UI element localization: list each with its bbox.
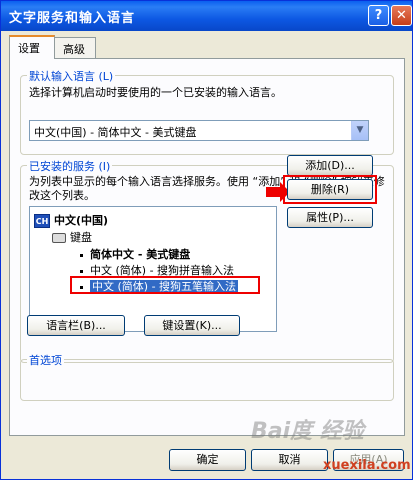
bullet-icon — [80, 253, 83, 257]
watermark-url: xuexila.com — [323, 458, 411, 473]
preferences-group: 首选项 — [20, 352, 394, 401]
preferences-group-title: 首选项 — [27, 352, 64, 368]
settings-panel: 默认输入语言 (L) 选择计算机启动时要使用的一个已安装的输入语言。 中文(中国… — [9, 58, 405, 436]
watermark-logo: Bai度 经验 — [251, 419, 364, 444]
properties-button[interactable]: 属性(P)... — [287, 207, 373, 228]
add-button[interactable]: 添加(D)... — [287, 155, 373, 176]
language-badge-icon: CH — [34, 214, 50, 228]
tree-service-label: 简体中文 - 美式键盘 — [90, 248, 191, 261]
key-settings-button[interactable]: 键设置(K)... — [144, 315, 240, 336]
tree-service-item[interactable]: 简体中文 - 美式键盘 — [80, 247, 190, 263]
remove-button[interactable]: 删除(R) — [287, 179, 373, 200]
bullet-icon — [80, 269, 83, 273]
window-title: 文字服务和输入语言 — [9, 11, 136, 26]
default-language-description: 选择计算机启动时要使用的一个已安装的输入语言。 — [29, 86, 282, 99]
dialog-window: 文字服务和输入语言 ? ✕ 设置 高级 默认输入语言 (L) 选择计算机启动时要… — [0, 0, 413, 480]
default-language-group: 默认输入语言 (L) 选择计算机启动时要使用的一个已安装的输入语言。 中文(中国… — [20, 68, 394, 155]
tree-keyboard-node[interactable]: 键盘 — [70, 230, 92, 246]
tree-language-node[interactable]: 中文(中国) — [54, 213, 108, 229]
highlight-box — [70, 276, 260, 294]
keyboard-icon — [52, 233, 66, 243]
installed-services-group-title: 已安装的服务 (I) — [27, 158, 113, 174]
default-language-select[interactable]: 中文(中国) - 简体中文 - 美式键盘 ▼ — [29, 120, 369, 141]
close-button[interactable]: ✕ — [391, 5, 412, 26]
chevron-down-icon[interactable]: ▼ — [351, 121, 368, 140]
cancel-button[interactable]: 取消 — [251, 449, 328, 471]
ok-button[interactable]: 确定 — [169, 449, 246, 471]
tab-settings[interactable]: 设置 — [9, 35, 55, 59]
default-language-value: 中文(中国) - 简体中文 - 美式键盘 — [34, 126, 197, 139]
default-language-group-title: 默认输入语言 (L) — [27, 68, 116, 84]
services-tree[interactable]: CH 中文(中国) 键盘 简体中文 - 美式键盘 中文 (简体) - 搜狗拼音输… — [29, 206, 277, 332]
title-bar[interactable]: 文字服务和输入语言 ? ✕ — [1, 1, 412, 31]
help-button[interactable]: ? — [368, 5, 389, 26]
language-bar-button[interactable]: 语言栏(B)... — [27, 315, 125, 336]
tab-advanced[interactable]: 高级 — [54, 37, 96, 58]
